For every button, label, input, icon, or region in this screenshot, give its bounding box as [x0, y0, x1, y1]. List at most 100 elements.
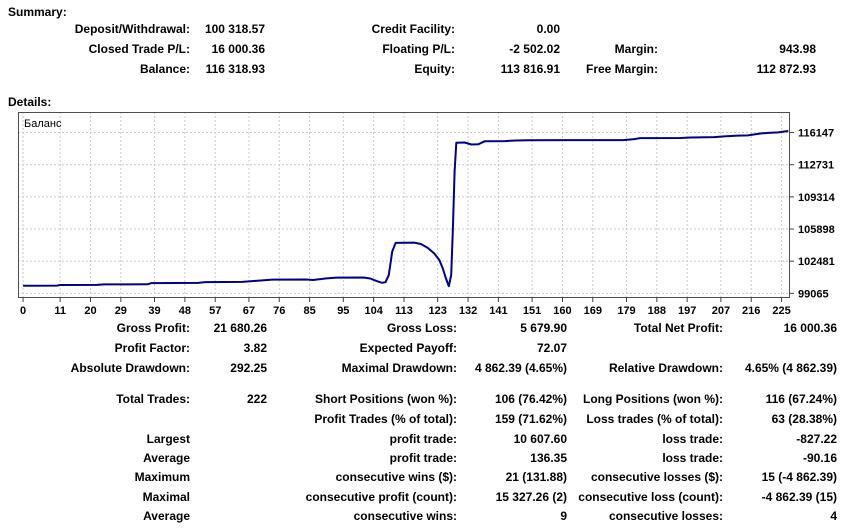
svg-text:151: 151: [523, 305, 541, 317]
stat-value: 10 607.60: [513, 432, 567, 446]
summary-row: Deposit/Withdrawal: 100 318.57 Credit Fa…: [0, 21, 863, 37]
stat-label: profit trade:: [389, 451, 457, 465]
stat-value: 4: [830, 509, 837, 523]
stat-value: 9: [560, 509, 567, 523]
stat-label: consecutive losses:: [608, 509, 723, 523]
stat-value: 159 (71.62%): [494, 412, 567, 426]
svg-text:48: 48: [179, 305, 191, 317]
results-row: Absolute Drawdown: 292.25 Maximal Drawdo…: [0, 360, 863, 376]
stat-label: profit trade:: [389, 432, 457, 446]
svg-text:76: 76: [273, 305, 285, 317]
svg-text:169: 169: [584, 305, 602, 317]
stat-value: 21 (131.88): [505, 470, 567, 484]
stat-label: consecutive profit (count):: [305, 490, 457, 504]
stat-label: Gross Loss:: [386, 321, 457, 335]
stat-value: 292.25: [230, 361, 267, 375]
stat-value: 106 (76.42%): [494, 392, 567, 406]
stat-value: 15 (-4 862.39): [761, 470, 837, 484]
stat-label: Relative Drawdown:: [608, 361, 723, 375]
trades-row: Maximum consecutive wins ($): 21 (131.88…: [0, 469, 863, 485]
svg-text:116147: 116147: [798, 128, 834, 140]
svg-text:188: 188: [648, 305, 666, 317]
svg-text:102481: 102481: [798, 256, 835, 268]
svg-text:95: 95: [337, 305, 349, 317]
svg-text:123: 123: [429, 305, 447, 317]
stat-value: 113 816.91: [500, 62, 560, 76]
stat-value: 116 318.93: [205, 62, 265, 76]
stat-value: 16 000.36: [211, 42, 265, 56]
stat-value: 136.35: [530, 451, 567, 465]
stat-value: -827.22: [796, 432, 837, 446]
svg-text:57: 57: [209, 305, 221, 317]
stat-label: Average: [143, 451, 190, 465]
stat-label: Gross Profit:: [116, 321, 190, 335]
stat-value: 4 862.39 (4.65%): [474, 361, 567, 375]
results-row: Gross Profit: 21 680.26 Gross Loss: 5 67…: [0, 320, 863, 336]
stat-label: Profit Trades (% of total):: [314, 412, 457, 426]
stat-value: 222: [246, 392, 267, 406]
svg-text:207: 207: [712, 305, 730, 317]
trades-row: Maximal consecutive profit (count): 15 3…: [0, 489, 863, 505]
svg-text:104: 104: [364, 305, 383, 317]
stat-label: Deposit/Withdrawal:: [74, 22, 190, 36]
stat-value: -90.16: [802, 451, 837, 465]
stat-label: Maximal Drawdown:: [341, 361, 457, 375]
stat-value: 72.07: [536, 341, 567, 355]
svg-text:0: 0: [20, 305, 26, 317]
stat-label: consecutive loss (count):: [578, 490, 723, 504]
stat-label: Floating P/L:: [382, 42, 455, 56]
svg-text:29: 29: [115, 305, 127, 317]
stat-label: Profit Factor:: [114, 341, 190, 355]
svg-text:Баланс: Баланс: [24, 118, 62, 130]
summary-row: Balance: 116 318.93 Equity: 113 816.91 F…: [0, 61, 863, 77]
svg-text:109314: 109314: [798, 192, 836, 204]
stat-label: Margin:: [614, 42, 658, 56]
stat-value: 21 680.26: [213, 321, 267, 335]
summary-row: Closed Trade P/L: 16 000.36 Floating P/L…: [0, 41, 863, 57]
stat-value: 4.65% (4 862.39): [744, 361, 837, 375]
stat-label: loss trade:: [662, 451, 723, 465]
svg-text:99065: 99065: [798, 288, 829, 300]
trades-row: Total Trades: 222 Short Positions (won %…: [0, 391, 863, 407]
balance-chart: 0 11 20 29 39 48 57 67 76 85 95 104 113 123 132 141 151 1…: [18, 112, 863, 317]
svg-text:105898: 105898: [798, 224, 835, 236]
stat-label: loss trade:: [662, 432, 723, 446]
stat-value: 0.00: [536, 22, 560, 36]
trades-row: Average consecutive wins: 9 consecutive …: [0, 508, 863, 524]
details-header: Details:: [8, 95, 52, 109]
svg-text:179: 179: [617, 305, 635, 317]
stat-label: consecutive wins ($):: [335, 470, 457, 484]
svg-text:39: 39: [148, 305, 160, 317]
stat-label: Largest: [146, 432, 190, 446]
stat-label: consecutive wins:: [353, 509, 457, 523]
stat-value: 5 679.90: [520, 321, 567, 335]
svg-text:20: 20: [84, 305, 96, 317]
stat-label: Loss trades (% of total):: [586, 412, 723, 426]
account-statement-report: Summary: Deposit/Withdrawal: 100 318.57 …: [0, 0, 863, 528]
stat-value: 116 (67.24%): [765, 392, 837, 406]
stat-label: Total Net Profit:: [633, 321, 723, 335]
stat-label: Equity:: [414, 62, 455, 76]
svg-text:112731: 112731: [798, 160, 834, 172]
stat-label: Total Trades:: [116, 392, 190, 406]
trades-row: Largest profit trade: 10 607.60 loss tra…: [0, 431, 863, 447]
stat-label: Closed Trade P/L:: [88, 42, 190, 56]
stat-value: 943.98: [779, 42, 816, 56]
stat-label: Credit Facility:: [371, 22, 455, 36]
stat-label: Average: [143, 509, 190, 523]
svg-text:11: 11: [54, 305, 66, 317]
stat-label: Balance:: [139, 62, 190, 76]
svg-text:132: 132: [459, 305, 477, 317]
svg-text:197: 197: [678, 305, 696, 317]
stat-value: 100 318.57: [204, 22, 265, 36]
summary-header: Summary:: [8, 5, 67, 19]
balance-chart-svg: 0 11 20 29 39 48 57 67 76 85 95 104 113 123 132 141 151 1…: [18, 112, 836, 317]
results-row: Profit Factor: 3.82 Expected Payoff: 72.…: [0, 340, 863, 356]
svg-text:113: 113: [395, 305, 413, 317]
svg-text:85: 85: [303, 305, 315, 317]
svg-text:160: 160: [553, 305, 571, 317]
stat-value: 15 327.26 (2): [495, 490, 567, 504]
stat-label: Maximal: [142, 490, 190, 504]
stat-label: Maximum: [134, 470, 190, 484]
stat-value: 112 872.93: [756, 62, 816, 76]
